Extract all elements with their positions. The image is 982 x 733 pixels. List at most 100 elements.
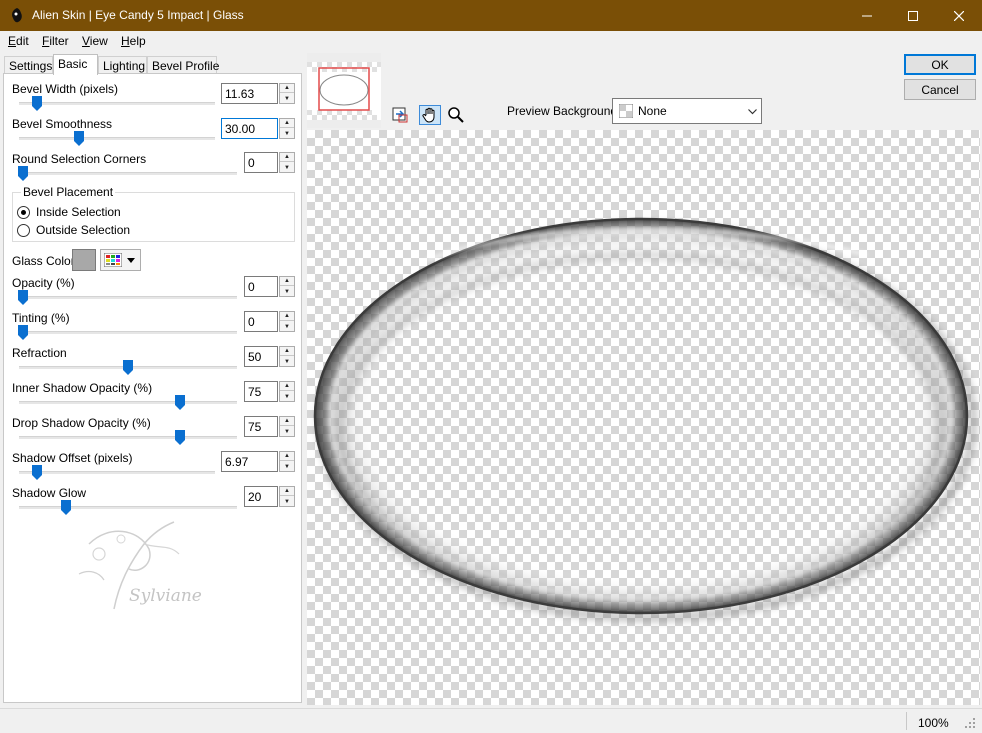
tab-bevel-profile[interactable]: Bevel Profile bbox=[147, 56, 219, 74]
shadow-offset-arrows[interactable]: ▲ ▼ bbox=[279, 451, 295, 472]
preview-background-dropdown[interactable]: None bbox=[612, 98, 762, 124]
round-corners-slider-thumb[interactable] bbox=[18, 166, 28, 181]
spin-down-icon[interactable]: ▼ bbox=[280, 287, 294, 296]
inner-shadow-track[interactable] bbox=[19, 401, 237, 404]
shadow-glow-slider-thumb[interactable] bbox=[61, 500, 71, 515]
navigator-tool[interactable] bbox=[389, 105, 411, 125]
bevel-smoothness-track[interactable] bbox=[19, 137, 215, 140]
hand-tool[interactable] bbox=[419, 105, 441, 125]
opacity-track[interactable] bbox=[19, 296, 237, 299]
ok-button[interactable]: OK bbox=[904, 54, 976, 75]
watermark-text: Sylviane bbox=[129, 586, 202, 606]
minimize-button[interactable] bbox=[844, 0, 890, 31]
inner-shadow-slider-thumb[interactable] bbox=[175, 395, 185, 410]
drop-shadow-label: Drop Shadow Opacity (%) bbox=[12, 416, 151, 430]
refraction-input[interactable]: 50 bbox=[244, 346, 278, 367]
spin-down-icon[interactable]: ▼ bbox=[280, 497, 294, 506]
round-corners-input[interactable]: 0 bbox=[244, 152, 278, 173]
bevel-width-track[interactable] bbox=[19, 102, 215, 105]
bevel-width-input[interactable]: 11.63 bbox=[221, 83, 278, 104]
menu-edit[interactable]: Edit bbox=[8, 34, 29, 48]
chevron-down-icon bbox=[748, 109, 757, 115]
maximize-button[interactable] bbox=[890, 0, 936, 31]
spin-up-icon[interactable]: ▲ bbox=[280, 153, 294, 162]
menu-filter[interactable]: Filter bbox=[42, 34, 69, 48]
inside-selection-label[interactable]: Inside Selection bbox=[36, 205, 121, 219]
inner-shadow-arrows[interactable]: ▲ ▼ bbox=[279, 381, 295, 402]
shadow-glow-arrows[interactable]: ▲ ▼ bbox=[279, 486, 295, 507]
spin-up-icon[interactable]: ▲ bbox=[280, 417, 294, 426]
shadow-offset-track[interactable] bbox=[19, 471, 215, 474]
spin-down-icon[interactable]: ▼ bbox=[280, 462, 294, 471]
refraction-arrows[interactable]: ▲ ▼ bbox=[279, 346, 295, 367]
color-palette-button[interactable] bbox=[100, 249, 141, 271]
inner-shadow-input[interactable]: 75 bbox=[244, 381, 278, 402]
spin-down-icon[interactable]: ▼ bbox=[280, 357, 294, 366]
spin-down-icon[interactable]: ▼ bbox=[280, 129, 294, 138]
drop-shadow-track[interactable] bbox=[19, 436, 237, 439]
menu-view[interactable]: View bbox=[82, 34, 108, 48]
spin-down-icon[interactable]: ▼ bbox=[280, 94, 294, 103]
preview-navigator[interactable] bbox=[307, 53, 381, 128]
zoom-icon bbox=[448, 107, 464, 123]
opacity-input[interactable]: 0 bbox=[244, 276, 278, 297]
window-title: Alien Skin | Eye Candy 5 Impact | Glass bbox=[32, 8, 244, 22]
cancel-button[interactable]: Cancel bbox=[904, 79, 976, 100]
spin-down-icon[interactable]: ▼ bbox=[280, 427, 294, 436]
close-button[interactable] bbox=[936, 0, 982, 31]
spin-up-icon[interactable]: ▲ bbox=[280, 312, 294, 321]
tab-basic[interactable]: Basic bbox=[53, 54, 98, 75]
spin-up-icon[interactable]: ▲ bbox=[280, 347, 294, 356]
menu-help[interactable]: Help bbox=[121, 34, 146, 48]
tab-settings[interactable]: Settings bbox=[4, 56, 53, 74]
bevel-placement-legend: Bevel Placement bbox=[21, 185, 116, 199]
spin-up-icon[interactable]: ▲ bbox=[280, 84, 294, 93]
dropdown-arrow-icon bbox=[127, 258, 135, 263]
outside-selection-label[interactable]: Outside Selection bbox=[36, 223, 130, 237]
round-corners-arrows[interactable]: ▲ ▼ bbox=[279, 152, 295, 173]
tinting-input[interactable]: 0 bbox=[244, 311, 278, 332]
tinting-arrows[interactable]: ▲ ▼ bbox=[279, 311, 295, 332]
shadow-offset-slider-thumb[interactable] bbox=[32, 465, 42, 480]
drop-shadow-arrows[interactable]: ▲ ▼ bbox=[279, 416, 295, 437]
refraction-slider-thumb[interactable] bbox=[123, 360, 133, 375]
bevel-smoothness-input[interactable]: 30.00 bbox=[221, 118, 278, 139]
preview-background-label: Preview Background: bbox=[507, 104, 621, 118]
resize-grip-icon[interactable] bbox=[964, 717, 976, 729]
minimize-icon bbox=[862, 15, 872, 16]
spin-down-icon[interactable]: ▼ bbox=[280, 392, 294, 401]
spin-up-icon[interactable]: ▲ bbox=[280, 452, 294, 461]
status-bar: 100% bbox=[0, 708, 982, 733]
opacity-slider-thumb[interactable] bbox=[18, 290, 28, 305]
bevel-smoothness-slider-thumb[interactable] bbox=[74, 131, 84, 146]
menu-bar: Edit Filter View Help bbox=[0, 31, 982, 51]
bevel-smoothness-arrows[interactable]: ▲ ▼ bbox=[279, 118, 295, 139]
spin-up-icon[interactable]: ▲ bbox=[280, 382, 294, 391]
shadow-offset-input[interactable]: 6.97 bbox=[221, 451, 278, 472]
zoom-tool[interactable] bbox=[445, 105, 467, 125]
spin-up-icon[interactable]: ▲ bbox=[280, 277, 294, 286]
bevel-width-slider-thumb[interactable] bbox=[32, 96, 42, 111]
shadow-glow-input[interactable]: 20 bbox=[244, 486, 278, 507]
glass-color-swatch[interactable] bbox=[72, 249, 96, 271]
tab-lighting[interactable]: Lighting bbox=[98, 56, 147, 74]
outside-selection-radio[interactable] bbox=[17, 224, 30, 237]
shadow-offset-label: Shadow Offset (pixels) bbox=[12, 451, 133, 465]
status-separator bbox=[906, 712, 907, 730]
spin-down-icon[interactable]: ▼ bbox=[280, 322, 294, 331]
spin-up-icon[interactable]: ▲ bbox=[280, 487, 294, 496]
round-corners-track[interactable] bbox=[19, 172, 237, 175]
opacity-label: Opacity (%) bbox=[12, 276, 75, 290]
spin-up-icon[interactable]: ▲ bbox=[280, 119, 294, 128]
tinting-track[interactable] bbox=[19, 331, 237, 334]
shadow-glow-track[interactable] bbox=[19, 506, 237, 509]
spin-down-icon[interactable]: ▼ bbox=[280, 163, 294, 172]
inside-selection-radio[interactable] bbox=[17, 206, 30, 219]
drop-shadow-input[interactable]: 75 bbox=[244, 416, 278, 437]
bevel-width-arrows[interactable]: ▲ ▼ bbox=[279, 83, 295, 104]
drop-shadow-slider-thumb[interactable] bbox=[175, 430, 185, 445]
preview-canvas[interactable] bbox=[307, 130, 980, 705]
opacity-arrows[interactable]: ▲ ▼ bbox=[279, 276, 295, 297]
inner-shadow-label: Inner Shadow Opacity (%) bbox=[12, 381, 153, 395]
tinting-slider-thumb[interactable] bbox=[18, 325, 28, 340]
